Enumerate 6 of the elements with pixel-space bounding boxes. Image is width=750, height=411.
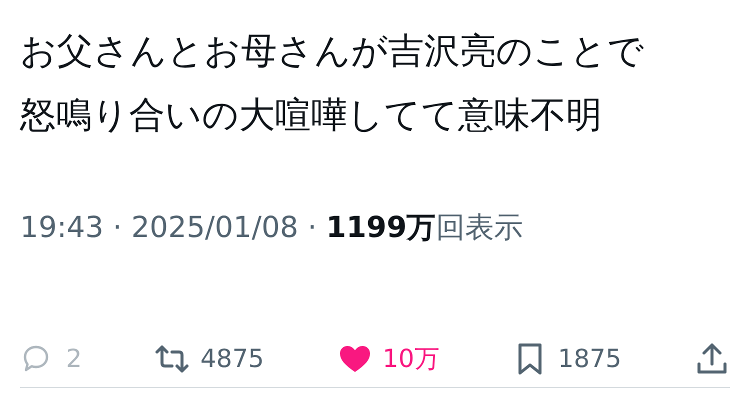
like-button[interactable]: 10万 <box>336 340 440 378</box>
bookmark-button[interactable]: 1875 <box>512 340 622 378</box>
retweet-button[interactable]: 4875 <box>154 340 264 378</box>
tweet-text-line: 怒鳴り合いの大喧嘩してて意味不明 <box>20 94 603 138</box>
tweet-metadata: 19:43 · 2025/01/08 · 1199万回表示 <box>20 209 524 246</box>
tweet-text-line: お父さんとお母さんが吉沢亮のことで <box>20 30 645 74</box>
